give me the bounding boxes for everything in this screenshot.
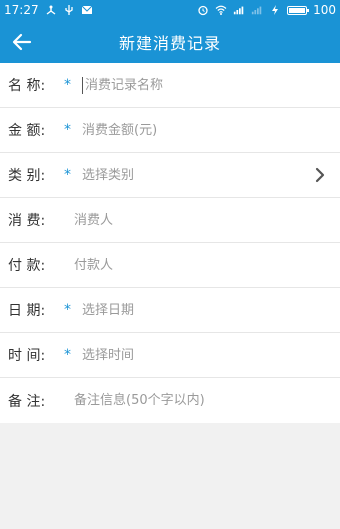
time-label: 时 间:	[8, 348, 46, 364]
chevron-right-icon	[315, 167, 325, 183]
battery-percent: 100	[313, 3, 336, 17]
battery-icon	[287, 5, 310, 15]
date-label: 日 期:	[8, 303, 46, 319]
status-left: 17:27	[4, 3, 93, 17]
mail-icon	[81, 5, 92, 14]
date-picker[interactable]	[82, 295, 340, 325]
date-row[interactable]: 日 期: *	[0, 288, 340, 333]
network-icon	[46, 5, 56, 15]
back-button[interactable]	[0, 20, 44, 63]
wifi-icon	[215, 5, 227, 15]
note-label: 备 注:	[8, 393, 46, 410]
time-row[interactable]: 时 间: *	[0, 333, 340, 378]
page-title: 新建消费记录	[118, 33, 221, 53]
required-mark: *	[64, 122, 71, 138]
signal-icon	[233, 6, 244, 15]
payer-input[interactable]	[74, 250, 340, 280]
title-bar: 新建消费记录	[0, 20, 340, 63]
required-mark: *	[64, 77, 71, 93]
name-label: 名 称:	[8, 78, 46, 94]
name-input[interactable]	[85, 70, 340, 100]
signal-secondary-icon	[251, 6, 262, 15]
status-bar: 17:27 100	[0, 0, 340, 20]
required-mark: *	[64, 167, 71, 183]
name-row: 名 称: *	[0, 63, 340, 108]
note-row: 备 注:	[0, 378, 340, 423]
arrow-left-icon	[12, 33, 32, 50]
payer-row: 付 款:	[0, 243, 340, 288]
note-input[interactable]	[74, 385, 340, 416]
category-row[interactable]: 类 别: *	[0, 153, 340, 198]
consumer-input[interactable]	[74, 205, 340, 235]
required-mark: *	[64, 302, 71, 318]
expense-form: 名 称: * 金 额: * 类 别: * 消 费: 付 款: 日 期: * 时 …	[0, 63, 340, 423]
category-select[interactable]	[82, 160, 340, 190]
text-cursor	[82, 76, 83, 94]
alarm-icon	[198, 5, 208, 16]
battery-level-fill	[289, 7, 306, 13]
amount-input[interactable]	[82, 115, 340, 145]
amount-row: 金 额: *	[0, 108, 340, 153]
status-time: 17:27	[4, 3, 39, 17]
amount-label: 金 额:	[8, 123, 46, 139]
required-mark: *	[64, 347, 71, 363]
category-label: 类 别:	[8, 168, 46, 184]
usb-icon	[64, 5, 73, 15]
time-picker[interactable]	[82, 340, 340, 370]
charging-icon	[272, 5, 279, 15]
status-right: 100	[197, 3, 336, 17]
consumer-row: 消 费:	[0, 198, 340, 243]
payer-label: 付 款:	[8, 258, 46, 274]
consumer-label: 消 费:	[8, 213, 46, 229]
